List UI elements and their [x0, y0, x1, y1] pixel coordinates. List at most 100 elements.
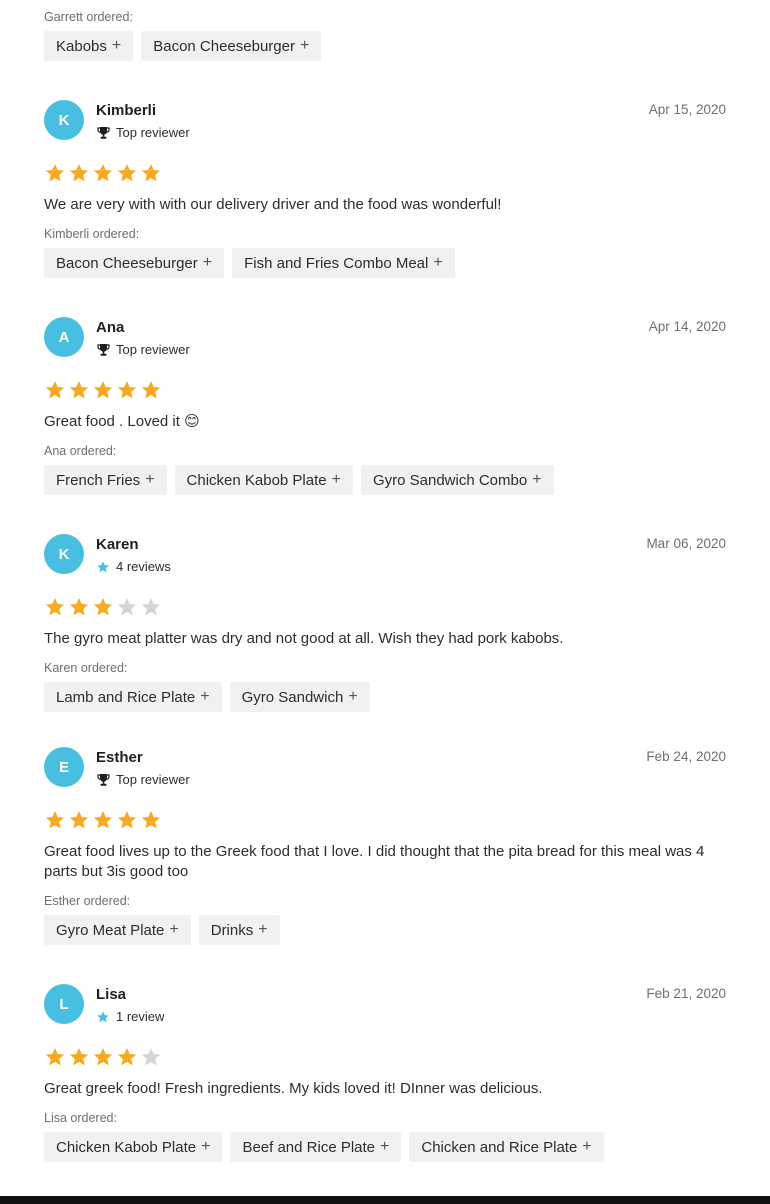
reviewer-name[interactable]: Kimberli: [96, 102, 156, 119]
order-item-chip[interactable]: Drinks +: [198, 915, 280, 945]
order-item-chip[interactable]: Chicken Kabob Plate +: [44, 1132, 223, 1162]
ordered-items: Gyro Meat Plate + Drinks +: [44, 915, 726, 945]
ordered-items: Lamb and Rice Plate + Gyro Sandwich +: [44, 682, 726, 712]
order-item-chip[interactable]: Bacon Cheeseburger +: [44, 248, 225, 278]
order-item-label: Bacon Cheeseburger: [56, 254, 198, 272]
order-item-chip[interactable]: Gyro Sandwich +: [229, 682, 370, 712]
ordered-items: French Fries + Chicken Kabob Plate + Gyro Sa…: [44, 465, 726, 495]
star-empty-icon: [140, 1046, 162, 1068]
order-item-label: Chicken Kabob Plate: [56, 1138, 197, 1156]
review-card: E Esther Top reviewer Feb 24, 2020 Great foo…: [44, 747, 726, 945]
star-filled-icon: [92, 596, 114, 618]
plus-icon: +: [532, 471, 542, 488]
order-item-chip[interactable]: Chicken Kabob Plate +: [174, 465, 353, 495]
star-filled-icon: [140, 162, 162, 184]
review-header: E Esther Top reviewer Feb 24, 2020: [44, 747, 726, 809]
review-text: We are very with with our delivery drive…: [44, 196, 502, 213]
review-header: K Karen 4 reviews Mar 06, 2020: [44, 534, 726, 596]
ordered-label: Lisa ordered:: [44, 1111, 117, 1125]
order-item-chip[interactable]: French Fries +: [44, 465, 167, 495]
star-filled-icon: [92, 1046, 114, 1068]
ordered-section: Esther ordered: Gyro Meat Plate + Drinks +: [44, 894, 726, 945]
order-item-chip[interactable]: Lamb and Rice Plate +: [44, 682, 222, 712]
reviewer-name[interactable]: Ana: [96, 319, 124, 336]
plus-icon: +: [145, 471, 155, 488]
review-header: L Lisa 1 review Feb 21, 2020: [44, 984, 726, 1046]
plus-icon: +: [331, 471, 341, 488]
top-order-section: Garrett ordered: Kabobs + Bacon Cheeseburg…: [44, 10, 726, 61]
avatar[interactable]: K: [44, 534, 84, 574]
reviewer-badge: Top reviewer: [96, 342, 190, 357]
ordered-section: Lisa ordered: Chicken Kabob Plate + Beef an…: [44, 1111, 726, 1162]
star-filled-icon: [116, 1046, 138, 1068]
ordered-section: Karen ordered: Lamb and Rice Plate + Gyro S…: [44, 661, 726, 712]
ordered-items: Bacon Cheeseburger + Fish and Fries Combo …: [44, 248, 726, 278]
avatar[interactable]: A: [44, 317, 84, 357]
ordered-section: Kimberli ordered: Bacon Cheeseburger + Fish…: [44, 227, 726, 278]
star-filled-icon: [44, 379, 66, 401]
reviewer-badge: Top reviewer: [96, 125, 190, 140]
star-filled-icon: [116, 162, 138, 184]
order-item-chip[interactable]: Gyro Sandwich Combo +: [360, 465, 554, 495]
ordered-items: Kabobs + Bacon Cheeseburger +: [44, 31, 726, 61]
review-date: Mar 06, 2020: [646, 536, 726, 551]
order-item-label: Gyro Sandwich: [241, 688, 344, 706]
review-text: Great food lives up to the Greek food th…: [44, 843, 705, 880]
order-item-label: Kabobs: [56, 37, 107, 55]
order-item-chip[interactable]: Kabobs +: [44, 31, 134, 61]
reviewer-name[interactable]: Karen: [96, 536, 139, 553]
plus-icon: +: [111, 37, 122, 54]
trophy-icon: [96, 343, 110, 357]
review-date: Apr 14, 2020: [648, 319, 726, 334]
review-header: A Ana Top reviewer Apr 14, 2020: [44, 317, 726, 379]
order-item-chip[interactable]: Bacon Cheeseburger +: [141, 31, 322, 61]
avatar[interactable]: E: [44, 747, 84, 787]
star-filled-icon: [68, 1046, 90, 1068]
avatar[interactable]: K: [44, 100, 84, 140]
star-filled-icon: [92, 379, 114, 401]
plus-icon: +: [433, 254, 443, 271]
reviewer-name[interactable]: Lisa: [96, 986, 126, 1003]
order-item-label: Gyro Meat Plate: [56, 921, 165, 939]
order-item-chip[interactable]: Gyro Meat Plate +: [44, 915, 191, 945]
star-filled-icon: [68, 596, 90, 618]
ordered-label: Ana ordered:: [44, 444, 117, 458]
avatar[interactable]: L: [44, 984, 84, 1024]
plus-icon: +: [348, 688, 358, 705]
star-filled-icon: [44, 809, 66, 831]
order-item-chip[interactable]: Beef and Rice Plate +: [230, 1132, 402, 1162]
review-header: K Kimberli Top reviewer Apr 15, 2020: [44, 100, 726, 162]
star-empty-icon: [116, 596, 138, 618]
star-filled-icon: [92, 162, 114, 184]
order-item-label: Gyro Sandwich Combo: [372, 471, 528, 489]
star-filled-icon: [116, 809, 138, 831]
order-item-chip[interactable]: Fish and Fries Combo Meal +: [232, 248, 455, 278]
review-card: K Kimberli Top reviewer Apr 15, 2020 We are …: [44, 100, 726, 278]
order-item-label: Bacon Cheeseburger: [153, 37, 295, 55]
review-date: Feb 21, 2020: [646, 986, 726, 1001]
star-filled-icon: [140, 809, 162, 831]
review-text: Great greek food! Fresh ingredients. My …: [44, 1080, 543, 1097]
order-item-label: Chicken and Rice Plate: [421, 1138, 578, 1156]
bottom-bar: [0, 1196, 770, 1204]
ordered-label: Esther ordered:: [44, 894, 131, 908]
ordered-label: Garrett ordered:: [44, 10, 133, 24]
reviewer-badge: Top reviewer: [96, 772, 190, 787]
star-rating: [44, 379, 726, 405]
star-icon: [96, 1010, 110, 1024]
star-rating: [44, 162, 726, 188]
star-filled-icon: [116, 379, 138, 401]
review-card: L Lisa 1 review Feb 21, 2020 Great greek foo…: [44, 984, 726, 1162]
review-date: Feb 24, 2020: [646, 749, 726, 764]
reviewer-name[interactable]: Esther: [96, 749, 143, 766]
plus-icon: +: [169, 921, 179, 938]
star-rating: [44, 596, 726, 622]
star-filled-icon: [68, 809, 90, 831]
order-item-chip[interactable]: Chicken and Rice Plate +: [409, 1132, 604, 1162]
ordered-label: Kimberli ordered:: [44, 227, 140, 241]
reviewer-badge: 1 review: [96, 1009, 164, 1024]
review-text: Great food . Loved it 😊: [44, 413, 200, 430]
star-rating: [44, 1046, 726, 1072]
order-item-label: French Fries: [56, 471, 141, 489]
order-item-label: Beef and Rice Plate: [242, 1138, 376, 1156]
